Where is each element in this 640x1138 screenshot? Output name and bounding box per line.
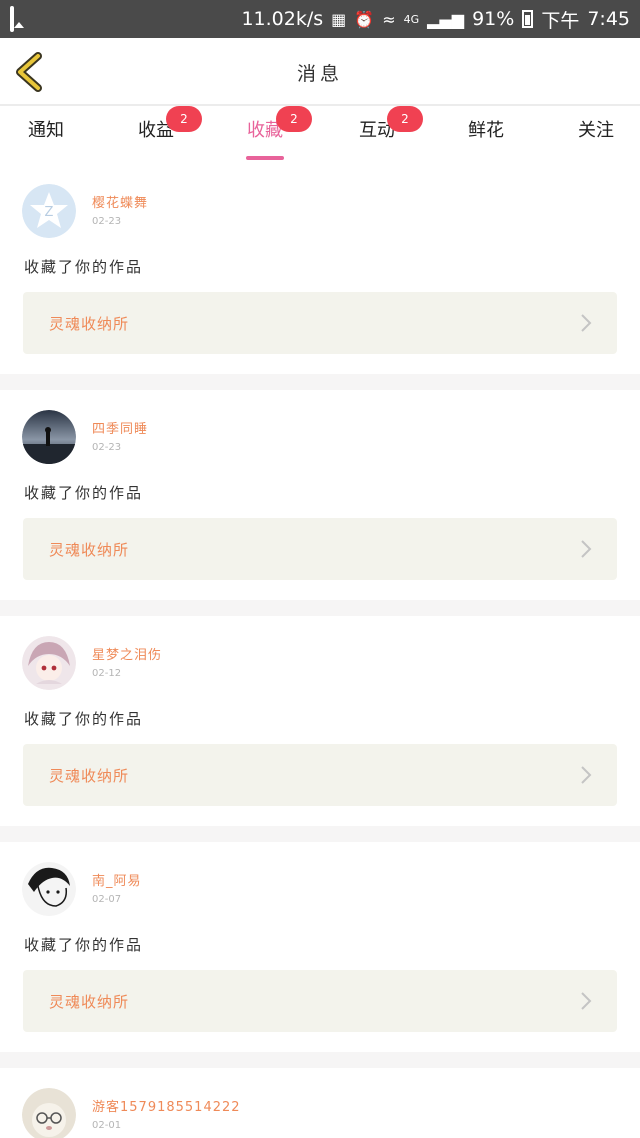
clock-time: 7:45	[587, 8, 630, 30]
battery-percent: 91%	[472, 8, 515, 30]
date: 02-01	[92, 1120, 122, 1131]
date: 02-07	[92, 894, 122, 905]
divider	[0, 374, 640, 390]
avatar[interactable]	[22, 636, 76, 690]
action-text: 收藏了你的作品	[24, 936, 144, 954]
work-link[interactable]: 灵魂收纳所	[23, 292, 617, 354]
list-item: 星梦之泪伤 02-12 收藏了你的作品 灵魂收纳所	[0, 616, 640, 826]
work-link[interactable]: 灵魂收纳所	[23, 744, 617, 806]
username[interactable]: 游客1579185514222	[92, 1096, 241, 1115]
tab-earnings[interactable]: 收益 2	[136, 106, 202, 162]
tab-badge: 2	[276, 106, 312, 132]
username[interactable]: 四季同睡	[92, 418, 148, 437]
chevron-right-icon	[581, 540, 592, 558]
time-period: 下午	[541, 9, 580, 32]
app-header: 消息	[0, 38, 640, 106]
tab-interactions[interactable]: 互动 2	[357, 106, 423, 162]
default-avatar-icon: Z	[22, 184, 76, 238]
wifi-icon: ≈	[382, 9, 396, 29]
avatar[interactable]	[22, 862, 76, 916]
back-button[interactable]	[12, 52, 52, 92]
avatar[interactable]	[22, 1088, 76, 1138]
photo-avatar-icon	[22, 410, 76, 464]
active-tab-indicator	[246, 156, 284, 160]
work-link[interactable]: 灵魂收纳所	[23, 970, 617, 1032]
tab-following[interactable]: 关注	[576, 116, 616, 162]
signal-icon: ▂▄▆	[427, 9, 465, 29]
list-item: 南_阿易 02-07 收藏了你的作品 灵魂收纳所	[0, 842, 640, 1052]
username[interactable]: 樱花蝶舞	[92, 192, 148, 211]
status-bar: 11.02k/s ▦ ⏰ ≈ 4G ▂▄▆ 91% 下午 7:45	[0, 0, 640, 38]
divider	[0, 600, 640, 616]
network-speed: 11.02k/s	[241, 8, 324, 30]
list-item: 四季同睡 02-23 收藏了你的作品 灵魂收纳所	[0, 390, 640, 600]
tab-label: 通知	[28, 120, 64, 141]
work-title: 灵魂收纳所	[49, 314, 130, 333]
work-title: 灵魂收纳所	[49, 766, 130, 785]
work-title: 灵魂收纳所	[49, 992, 130, 1011]
work-title: 灵魂收纳所	[49, 540, 130, 559]
tab-favorites[interactable]: 收藏 2	[246, 106, 312, 162]
date: 02-23	[92, 442, 122, 453]
chevron-right-icon	[581, 766, 592, 784]
tab-badge: 2	[166, 106, 202, 132]
message-list: Z 樱花蝶舞 02-23 收藏了你的作品 灵魂收纳所 四季同睡 02-23 收藏…	[0, 164, 640, 1138]
action-text: 收藏了你的作品	[24, 258, 144, 276]
tab-label: 关注	[578, 120, 614, 141]
sketch-avatar-icon	[22, 862, 76, 916]
action-text: 收藏了你的作品	[24, 484, 144, 502]
tab-label: 鲜花	[468, 120, 504, 141]
svg-text:Z: Z	[45, 205, 54, 220]
divider	[0, 1052, 640, 1068]
avatar[interactable]	[22, 410, 76, 464]
username[interactable]: 星梦之泪伤	[92, 644, 162, 663]
date: 02-23	[92, 216, 122, 227]
chevron-left-icon	[16, 52, 42, 92]
tab-flowers[interactable]: 鲜花	[466, 116, 506, 162]
username[interactable]: 南_阿易	[92, 870, 142, 889]
anime-avatar-icon	[22, 636, 76, 690]
image-icon	[10, 6, 14, 32]
date: 02-12	[92, 668, 122, 679]
list-item: 游客1579185514222 02-01	[0, 1068, 640, 1138]
network-type: 4G	[403, 12, 420, 26]
work-link[interactable]: 灵魂收纳所	[23, 518, 617, 580]
alarm-icon: ⏰	[354, 9, 375, 29]
tab-badge: 2	[387, 106, 423, 132]
chevron-right-icon	[581, 992, 592, 1010]
cat-avatar-icon	[22, 1088, 76, 1138]
divider	[0, 826, 640, 842]
avatar[interactable]: Z	[22, 184, 76, 238]
tab-bar: 通知 收益 2 收藏 2 互动 2 鲜花 关注	[0, 106, 640, 164]
tab-notifications[interactable]: 通知	[26, 116, 66, 162]
battery-icon	[522, 10, 534, 28]
list-item: Z 樱花蝶舞 02-23 收藏了你的作品 灵魂收纳所	[0, 164, 640, 374]
sim-icon: ▦	[331, 9, 347, 29]
page-title: 消息	[296, 62, 343, 85]
chevron-right-icon	[581, 314, 592, 332]
action-text: 收藏了你的作品	[24, 710, 144, 728]
